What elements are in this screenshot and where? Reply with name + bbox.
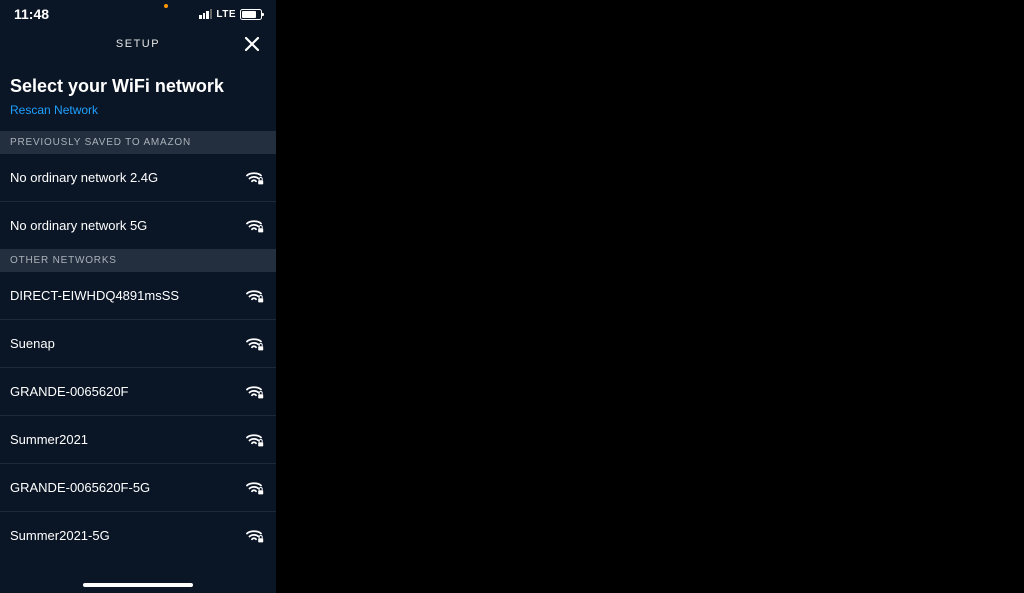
status-right: LTE [199,9,262,20]
network-name: No ordinary network 5G [10,218,147,233]
nav-title: SETUP [116,38,160,50]
nav-bar: SETUP [0,24,276,64]
network-name: No ordinary network 2.4G [10,170,158,185]
saved-network-list: No ordinary network 2.4G No ordinary net… [0,154,276,249]
wifi-lock-icon [246,385,264,399]
notification-dot-icon [164,4,168,8]
wifi-lock-icon [246,337,264,351]
other-network-list: DIRECT-EIWHDQ4891msSS Suenap GRANDE-0065 [0,272,276,559]
home-indicator[interactable] [83,583,193,587]
network-name: Summer2021 [10,432,88,447]
phone-pane: 11:48 LTE SETUP Select your WiFi network… [0,0,276,593]
wifi-lock-icon [246,529,264,543]
wifi-lock-icon [246,433,264,447]
section-header-saved: PREVIOUSLY SAVED TO AMAZON [0,131,276,154]
signal-icon [199,9,212,19]
wifi-lock-icon [246,289,264,303]
network-row[interactable]: Suenap [0,320,276,368]
network-row[interactable]: DIRECT-EIWHDQ4891msSS [0,272,276,320]
network-name: GRANDE-0065620F-5G [10,480,150,495]
network-name: DIRECT-EIWHDQ4891msSS [10,288,179,303]
wifi-lock-icon [246,481,264,495]
close-icon [244,36,260,52]
network-row[interactable]: No ordinary network 5G [0,202,276,249]
network-row[interactable]: GRANDE-0065620F [0,368,276,416]
network-name: Suenap [10,336,55,351]
network-row[interactable]: Summer2021 [0,416,276,464]
wifi-lock-icon [246,219,264,233]
carrier-label: LTE [216,9,236,20]
wifi-lock-icon [246,171,264,185]
network-row[interactable]: Summer2021-5G [0,512,276,559]
network-name: Summer2021-5G [10,528,110,543]
network-name: GRANDE-0065620F [10,384,129,399]
close-button[interactable] [240,32,264,56]
section-header-other: OTHER NETWORKS [0,249,276,272]
page-heading: Select your WiFi network [0,64,276,103]
network-row[interactable]: No ordinary network 2.4G [0,154,276,202]
status-time: 11:48 [14,6,49,22]
network-row[interactable]: GRANDE-0065620F-5G [0,464,276,512]
rescan-link[interactable]: Rescan Network [0,103,276,131]
battery-icon [240,9,262,20]
status-bar: 11:48 LTE [0,0,276,24]
